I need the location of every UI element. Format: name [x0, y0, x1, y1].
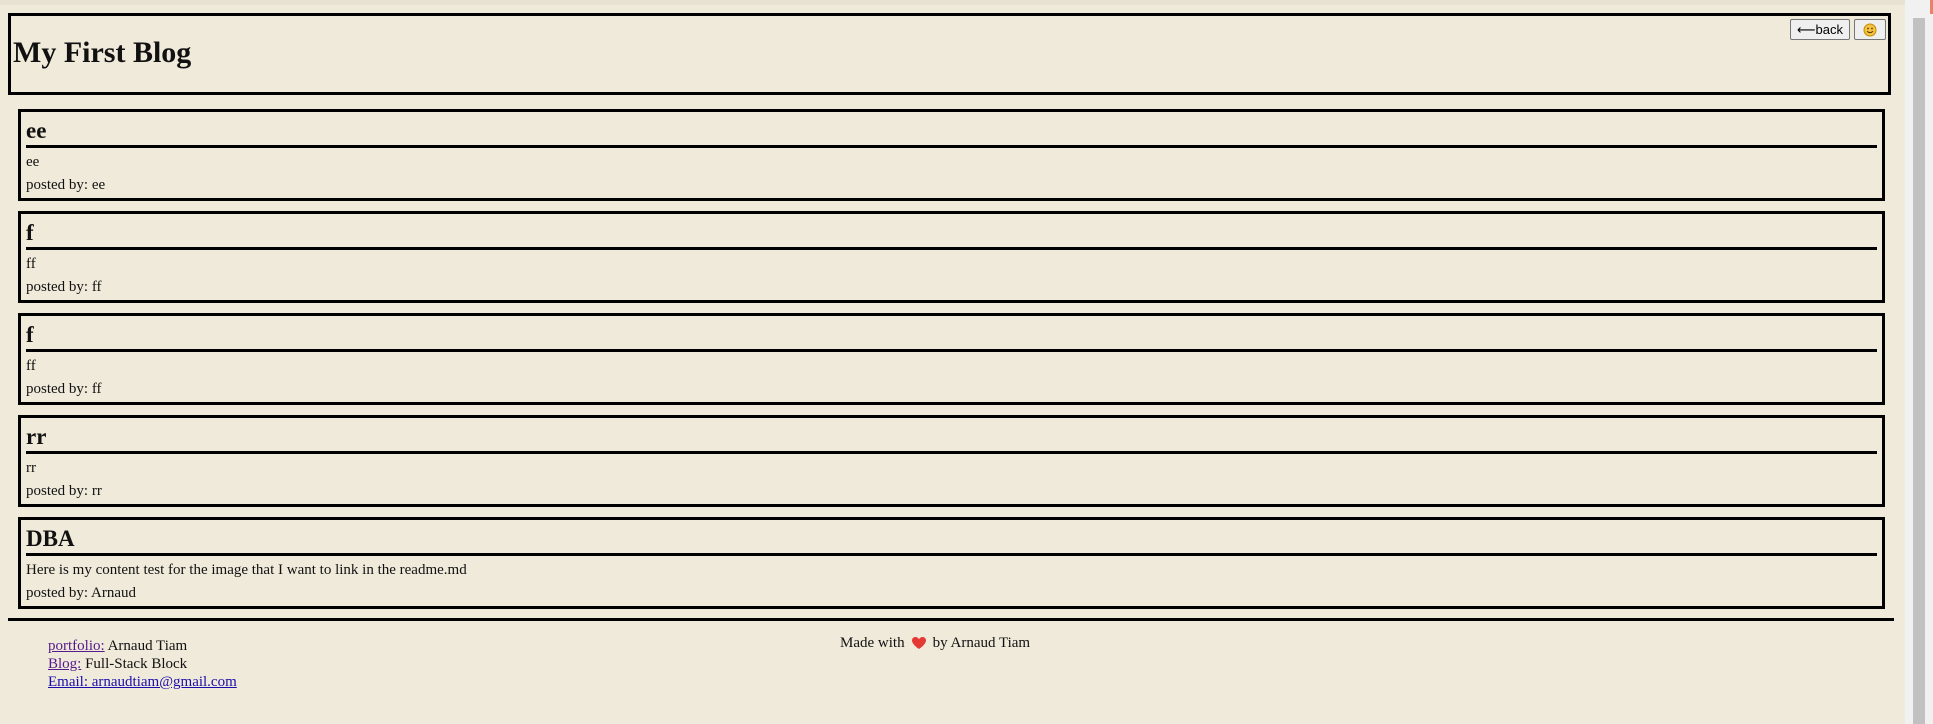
post-title: f — [26, 322, 1877, 352]
footer-divider — [8, 618, 1894, 621]
post-content: Here is my content test for the image th… — [26, 562, 467, 578]
scrollbar-thumb[interactable] — [1913, 18, 1925, 724]
footer-links: portfolio: Arnaud Tiam Blog: Full-Stack … — [48, 637, 237, 691]
post-author: posted by: ff — [26, 381, 102, 397]
post-card: rr rr posted by: rr — [18, 415, 1885, 507]
post-content: ff — [26, 256, 36, 272]
top-strip — [0, 0, 1905, 5]
post-list: ee ee posted by: ee f ff posted by: ff f… — [18, 109, 1885, 619]
page: My First Blog ⟵back ee ee posted by: ee … — [0, 0, 1933, 724]
post-author: posted by: rr — [26, 483, 102, 499]
site-title: My First Blog — [13, 36, 192, 69]
post-content: ff — [26, 358, 36, 374]
blog-text: Full-Stack Block — [81, 656, 188, 672]
smiley-icon — [1863, 23, 1877, 36]
post-card: DBA Here is my content test for the imag… — [18, 517, 1885, 609]
post-title: rr — [26, 424, 1877, 454]
made-with-text: Made with — [840, 635, 905, 651]
post-card: f ff posted by: ff — [18, 211, 1885, 303]
post-author: posted by: ee — [26, 177, 106, 193]
post-card: f ff posted by: ff — [18, 313, 1885, 405]
portfolio-text: Arnaud Tiam — [104, 638, 188, 654]
vertical-scrollbar[interactable] — [1905, 0, 1933, 724]
post-content: rr — [26, 460, 36, 476]
made-by-text: by Arnaud Tiam — [932, 635, 1031, 651]
post-author: posted by: Arnaud — [26, 585, 136, 601]
post-title: ee — [26, 118, 1877, 148]
back-button[interactable]: ⟵back — [1789, 19, 1850, 40]
post-title: DBA — [26, 526, 1877, 556]
post-title: f — [26, 220, 1877, 250]
made-with-credit: Made with by Arnaud Tiam — [840, 634, 1030, 652]
blog-link[interactable]: Blog: — [48, 656, 81, 672]
post-content: ee — [26, 154, 40, 170]
header-buttons: ⟵back — [1789, 19, 1886, 40]
portfolio-link[interactable]: portfolio: — [48, 638, 105, 654]
emoji-button[interactable] — [1854, 19, 1886, 40]
heart-icon — [911, 637, 926, 649]
email-link[interactable]: Email: arnaudtiam@gmail.com — [48, 674, 237, 690]
post-card: ee ee posted by: ee — [18, 109, 1885, 201]
footer-portfolio-row: portfolio: Arnaud Tiam — [48, 637, 237, 655]
footer-email-row: Email: arnaudtiam@gmail.com — [48, 673, 237, 691]
footer-blog-row: Blog: Full-Stack Block — [48, 655, 237, 673]
post-author: posted by: ff — [26, 279, 102, 295]
site-header: My First Blog ⟵back — [8, 13, 1891, 95]
